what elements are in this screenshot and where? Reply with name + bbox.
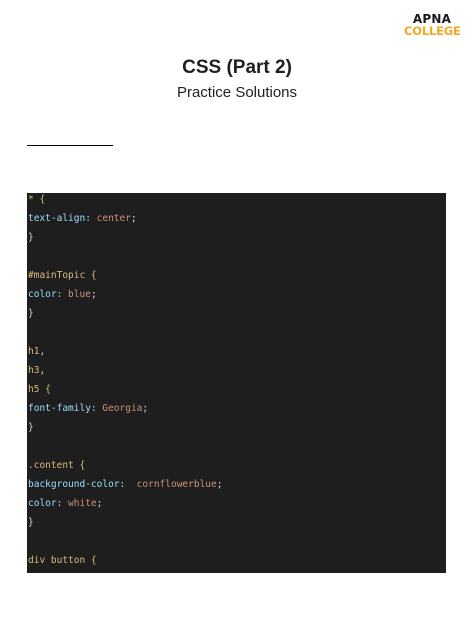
code-line: h3,: [28, 365, 45, 377]
logo-text-college: COLLEGE: [404, 24, 461, 38]
code-value: center: [90, 213, 131, 224]
code-punctuation: ;: [130, 213, 137, 224]
code-property: background-color:: [28, 479, 126, 490]
code-line: h1,: [28, 346, 45, 358]
code-property: color:: [28, 289, 63, 300]
code-block: * { text-align: center; } #mainTopic { c…: [27, 193, 446, 573]
code-property: color:: [28, 498, 63, 509]
code-line: background-color: cornflowerblue;: [28, 479, 222, 491]
code-line: * {: [28, 194, 45, 206]
code-punctuation: }: [28, 232, 34, 243]
code-line: color: blue;: [28, 289, 97, 301]
code-line: text-align: center;: [28, 213, 137, 225]
code-punctuation: ,: [39, 346, 46, 357]
code-selector: h1: [28, 346, 40, 357]
code-line: }: [28, 232, 34, 244]
code-punctuation: ,: [39, 365, 46, 376]
code-line: .content {: [28, 460, 85, 472]
code-line: font-family: Georgia;: [28, 403, 148, 415]
code-punctuation: ;: [90, 289, 97, 300]
code-value: cornflowerblue: [125, 479, 217, 490]
code-selector: .content {: [28, 460, 86, 471]
code-value: Georgia: [96, 403, 143, 414]
code-punctuation: }: [28, 422, 34, 433]
code-selector: h5 {: [28, 384, 51, 395]
code-line: }: [28, 422, 34, 434]
code-line: h5 {: [28, 384, 51, 396]
code-selector: h3: [28, 365, 40, 376]
section-divider: [27, 145, 113, 146]
code-property: font-family:: [28, 403, 97, 414]
code-line: }: [28, 517, 34, 529]
code-punctuation: ;: [96, 498, 103, 509]
code-punctuation: }: [28, 517, 34, 528]
code-value: blue: [62, 289, 91, 300]
code-selector: #mainTopic {: [28, 270, 97, 281]
page-title: CSS (Part 2): [182, 57, 292, 78]
code-punctuation: }: [28, 308, 34, 319]
code-property: text-align:: [28, 213, 91, 224]
code-punctuation: ;: [216, 479, 223, 490]
code-punctuation: ;: [142, 403, 149, 414]
apna-college-logo: APNA COLLEGE: [404, 13, 461, 38]
code-line: }: [28, 308, 34, 320]
code-line: div button {: [28, 555, 97, 567]
code-line: #mainTopic {: [28, 270, 97, 282]
code-value: white: [62, 498, 97, 509]
code-selector: * {: [28, 194, 46, 205]
code-line: color: white;: [28, 498, 102, 510]
code-selector: div button {: [28, 555, 97, 566]
page-subtitle: Practice Solutions: [176, 84, 298, 101]
